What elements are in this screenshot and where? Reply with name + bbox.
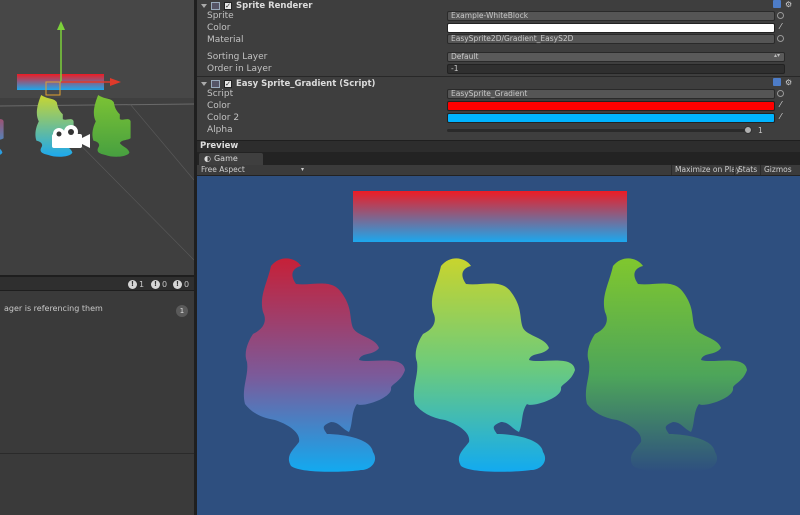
chevron-down-icon: ▾ [301, 166, 305, 173]
info-count-toggle[interactable]: ! 1 [128, 278, 144, 290]
gizmos-toggle[interactable]: Gizmos [760, 165, 795, 175]
sprite-renderer-icon [211, 1, 220, 10]
gradient-color-swatch[interactable] [447, 101, 775, 111]
tab-game-label: Game [213, 154, 238, 163]
gear-icon[interactable]: ⚙ [785, 78, 794, 87]
sprite-field[interactable]: Example-WhiteBlock [447, 11, 775, 21]
material-picker-icon[interactable] [777, 35, 784, 42]
game-tab-icon: ◐ [204, 154, 211, 163]
header-actions: ⚙ [773, 78, 794, 87]
error-icon: ! [173, 279, 182, 289]
color-swatch[interactable] [447, 23, 775, 33]
game-canvas [243, 258, 747, 472]
console-divider [0, 453, 194, 454]
dropdown-arrows-icon: ▴▾ [773, 52, 780, 59]
alpha-label: Alpha [207, 125, 233, 135]
alpha-value[interactable]: 1 [755, 126, 785, 135]
eyedropper-icon[interactable]: ⁄ [780, 113, 788, 121]
console-message[interactable]: ager is referencing them [4, 304, 103, 313]
material-value: EasySprite2D/Gradient_EasyS2D [451, 34, 574, 43]
aspect-dropdown[interactable]: Free Aspect [201, 165, 307, 175]
game-view[interactable] [197, 176, 800, 515]
info-icon: ! [128, 279, 137, 289]
console-toolbar: ! 1 ! 0 ! 0 [0, 277, 194, 291]
gizmo-x-arrow[interactable] [110, 78, 121, 86]
tab-game[interactable]: ◐ Game [199, 153, 263, 165]
gizmo-y-arrow[interactable] [57, 21, 65, 30]
sorting-layer-label: Sorting Layer [207, 52, 268, 62]
script-picker-icon[interactable] [777, 90, 784, 97]
material-field[interactable]: EasySprite2D/Gradient_EasyS2D [447, 34, 775, 44]
gear-icon[interactable]: ⚙ [785, 0, 794, 9]
gradient-color-label: Color [207, 101, 231, 111]
alpha-slider-knob[interactable] [744, 126, 752, 134]
eyedropper-icon[interactable]: ⁄ [780, 23, 788, 31]
color-label: Color [207, 23, 231, 33]
gradient-script-header[interactable]: ✓ Easy Sprite_Gradient (Script) ⚙ [197, 78, 800, 89]
sprite-renderer-enabled-checkbox[interactable]: ✓ [224, 1, 232, 10]
gradient-script-title: Easy Sprite_Gradient (Script) [236, 78, 376, 89]
gradient-color2-swatch[interactable] [447, 113, 775, 123]
scene-view[interactable] [0, 0, 194, 275]
sprite-renderer-title: Sprite Renderer [236, 0, 313, 11]
order-in-layer-value: -1 [451, 64, 459, 73]
script-label: Script [207, 89, 234, 99]
script-icon [211, 79, 220, 88]
foldout-icon[interactable] [201, 3, 207, 8]
eyedropper-icon[interactable]: ⁄ [780, 101, 788, 109]
aspect-value: Free Aspect [201, 165, 245, 174]
alpha-slider[interactable] [447, 129, 752, 132]
component-divider [197, 76, 800, 77]
character-red-gradient [243, 258, 405, 472]
order-in-layer-input[interactable]: -1 [447, 64, 785, 74]
sorting-layer-value: Default [451, 52, 479, 61]
foldout-icon[interactable] [201, 81, 207, 86]
scene-canvas[interactable] [0, 0, 194, 275]
order-in-layer-label: Order in Layer [207, 64, 272, 74]
gradient-script-enabled-checkbox[interactable]: ✓ [224, 79, 232, 88]
camera-icon[interactable] [52, 125, 90, 148]
header-actions: ⚙ [773, 0, 794, 9]
sorting-layer-dropdown[interactable]: Default ▴▾ [447, 52, 785, 62]
script-value: EasySprite_Gradient [451, 89, 528, 98]
help-book-icon[interactable] [773, 0, 781, 8]
warning-icon: ! [151, 279, 160, 289]
message-count-badge: 1 [176, 305, 188, 317]
game-tab-bar: ◐ Game [197, 152, 800, 165]
sprite-picker-icon[interactable] [777, 12, 784, 19]
stats-toggle[interactable]: Stats [734, 165, 760, 175]
error-count-toggle[interactable]: ! 0 [173, 278, 189, 290]
character-yellow-gradient [413, 258, 575, 472]
sprite-label: Sprite [207, 11, 234, 21]
help-book-icon[interactable] [773, 78, 781, 86]
gradient-color2-label: Color 2 [207, 113, 240, 123]
character-green-gradient [585, 258, 747, 472]
script-field[interactable]: EasySprite_Gradient [447, 89, 775, 99]
inspector-panel: ✓ Sprite Renderer ⚙ Sprite Example-White… [197, 0, 800, 140]
scene-character-red[interactable] [0, 95, 4, 157]
console-panel[interactable]: ! 1 ! 0 ! 0 ager is referencing them [0, 275, 194, 515]
game-toolbar: Free Aspect ▾ Maximize on Play Stats Giz… [197, 165, 800, 176]
preview-header[interactable]: Preview [197, 140, 800, 152]
maximize-on-play-toggle[interactable]: Maximize on Play [671, 165, 743, 175]
warning-count-toggle[interactable]: ! 0 [151, 278, 167, 290]
sprite-renderer-header[interactable]: ✓ Sprite Renderer ⚙ [197, 0, 800, 11]
sprite-value: Example-WhiteBlock [451, 11, 529, 20]
material-label: Material [207, 35, 244, 45]
